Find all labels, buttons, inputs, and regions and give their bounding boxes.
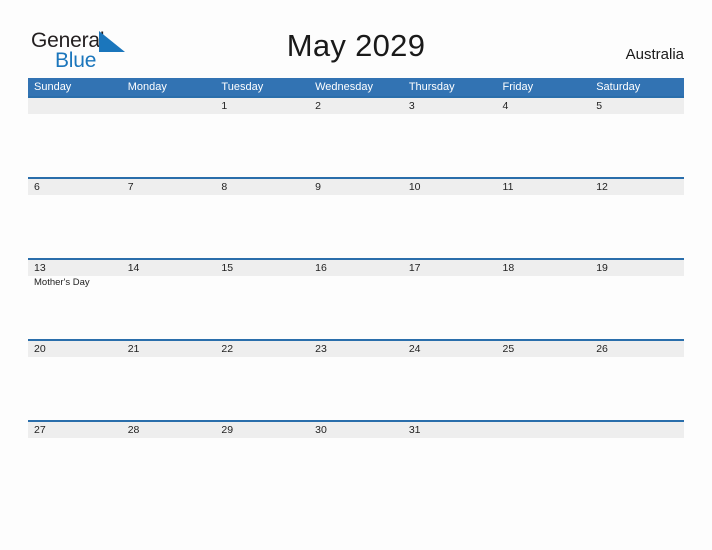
day-cell[interactable]: 31 (403, 420, 497, 501)
day-cell[interactable]: 6 (28, 177, 122, 258)
page-title: May 2029 (286, 28, 426, 63)
day-number: 10 (408, 181, 421, 193)
day-cell[interactable]: 24 (403, 339, 497, 420)
day-cell[interactable]: 13 Mother's Day (28, 258, 122, 339)
day-cell[interactable]: 29 (215, 420, 309, 501)
page-header: General Blue May 2029 Australia (0, 0, 712, 78)
day-number: 11 (502, 181, 514, 193)
day-number: 28 (127, 424, 140, 436)
week-row: 13 Mother's Day 14 15 16 17 18 19 (28, 258, 684, 339)
day-number: 14 (127, 262, 140, 274)
weekday-header-wednesday: Wednesday (315, 81, 373, 93)
day-cell[interactable]: 16 (309, 258, 403, 339)
day-cell[interactable]: 2 (309, 96, 403, 177)
day-number: 20 (34, 343, 46, 355)
day-number: 17 (408, 262, 421, 274)
weekday-header-tuesday: Tuesday (221, 81, 264, 93)
day-number: 9 (315, 181, 321, 193)
week-row: 27 28 29 30 31 (28, 420, 684, 501)
day-number: 1 (221, 100, 228, 112)
day-number: 30 (315, 424, 327, 436)
day-number: 24 (408, 343, 421, 355)
day-cell[interactable]: 30 (309, 420, 403, 501)
day-cell[interactable]: 23 (309, 339, 403, 420)
day-cell[interactable]: 20 (28, 339, 122, 420)
day-cell[interactable]: 27 (28, 420, 122, 501)
day-number: 13 (34, 262, 46, 274)
day-cell[interactable]: 10 (403, 177, 497, 258)
day-number: 23 (315, 343, 327, 355)
day-number: 27 (34, 424, 46, 436)
day-cell[interactable]: 18 (497, 258, 591, 339)
calendar-grid: Sunday Monday Tuesday Wednesday Thursday… (28, 78, 684, 501)
day-number: 15 (221, 262, 234, 274)
day-number: 31 (408, 424, 421, 436)
day-number: 29 (221, 424, 234, 436)
day-event: Mother's Day (34, 277, 90, 288)
weekday-header-thursday: Thursday (408, 81, 455, 93)
day-cell[interactable]: 14 (122, 258, 216, 339)
day-cell[interactable] (590, 420, 684, 501)
day-number: 5 (596, 100, 603, 112)
day-number: 16 (315, 262, 327, 274)
day-number: 22 (221, 343, 234, 355)
weekday-header-row: Sunday Monday Tuesday Wednesday Thursday… (28, 78, 684, 96)
day-cell[interactable]: 28 (122, 420, 216, 501)
day-cell[interactable]: 17 (403, 258, 497, 339)
day-number: 12 (596, 181, 608, 193)
day-number: 21 (127, 343, 140, 355)
weekday-header-monday: Monday (127, 81, 167, 93)
day-number: 25 (502, 343, 515, 355)
day-cell[interactable]: 1 (215, 96, 309, 177)
calendar-page: General Blue May 2029 Australia Sunday M… (0, 0, 712, 550)
week-row: 20 21 22 23 24 25 26 (28, 339, 684, 420)
day-cell[interactable]: 19 (590, 258, 684, 339)
day-cell[interactable]: 11 (497, 177, 591, 258)
weekday-header-sunday: Sunday (34, 81, 72, 93)
day-number: 19 (596, 262, 608, 274)
day-number: 18 (502, 262, 515, 274)
day-cell[interactable]: 8 (215, 177, 309, 258)
day-cell[interactable]: 25 (497, 339, 591, 420)
day-cell[interactable]: 9 (309, 177, 403, 258)
day-cell[interactable] (497, 420, 591, 501)
day-number: 26 (596, 343, 608, 355)
day-cell[interactable] (122, 96, 216, 177)
weekday-header-friday: Friday (502, 81, 534, 93)
week-row: 6 7 8 9 10 11 12 (28, 177, 684, 258)
weekday-header-saturday: Saturday (596, 81, 641, 93)
day-cell[interactable]: 26 (590, 339, 684, 420)
day-cell[interactable] (28, 96, 122, 177)
week-row: 1 2 3 4 5 (28, 96, 684, 177)
day-cell[interactable]: 5 (590, 96, 684, 177)
day-number: 3 (408, 100, 415, 112)
country-label: Australia (625, 46, 684, 63)
day-number: 8 (221, 181, 228, 193)
day-cell[interactable]: 21 (122, 339, 216, 420)
day-cell[interactable]: 22 (215, 339, 309, 420)
day-cell[interactable]: 3 (403, 96, 497, 177)
day-number: 2 (315, 100, 321, 112)
day-cell[interactable]: 7 (122, 177, 216, 258)
day-number: 4 (502, 100, 509, 112)
day-number: 6 (34, 181, 40, 193)
day-number: 7 (127, 181, 134, 193)
day-cell[interactable]: 4 (497, 96, 591, 177)
day-cell[interactable]: 15 (215, 258, 309, 339)
day-cell[interactable]: 12 (590, 177, 684, 258)
